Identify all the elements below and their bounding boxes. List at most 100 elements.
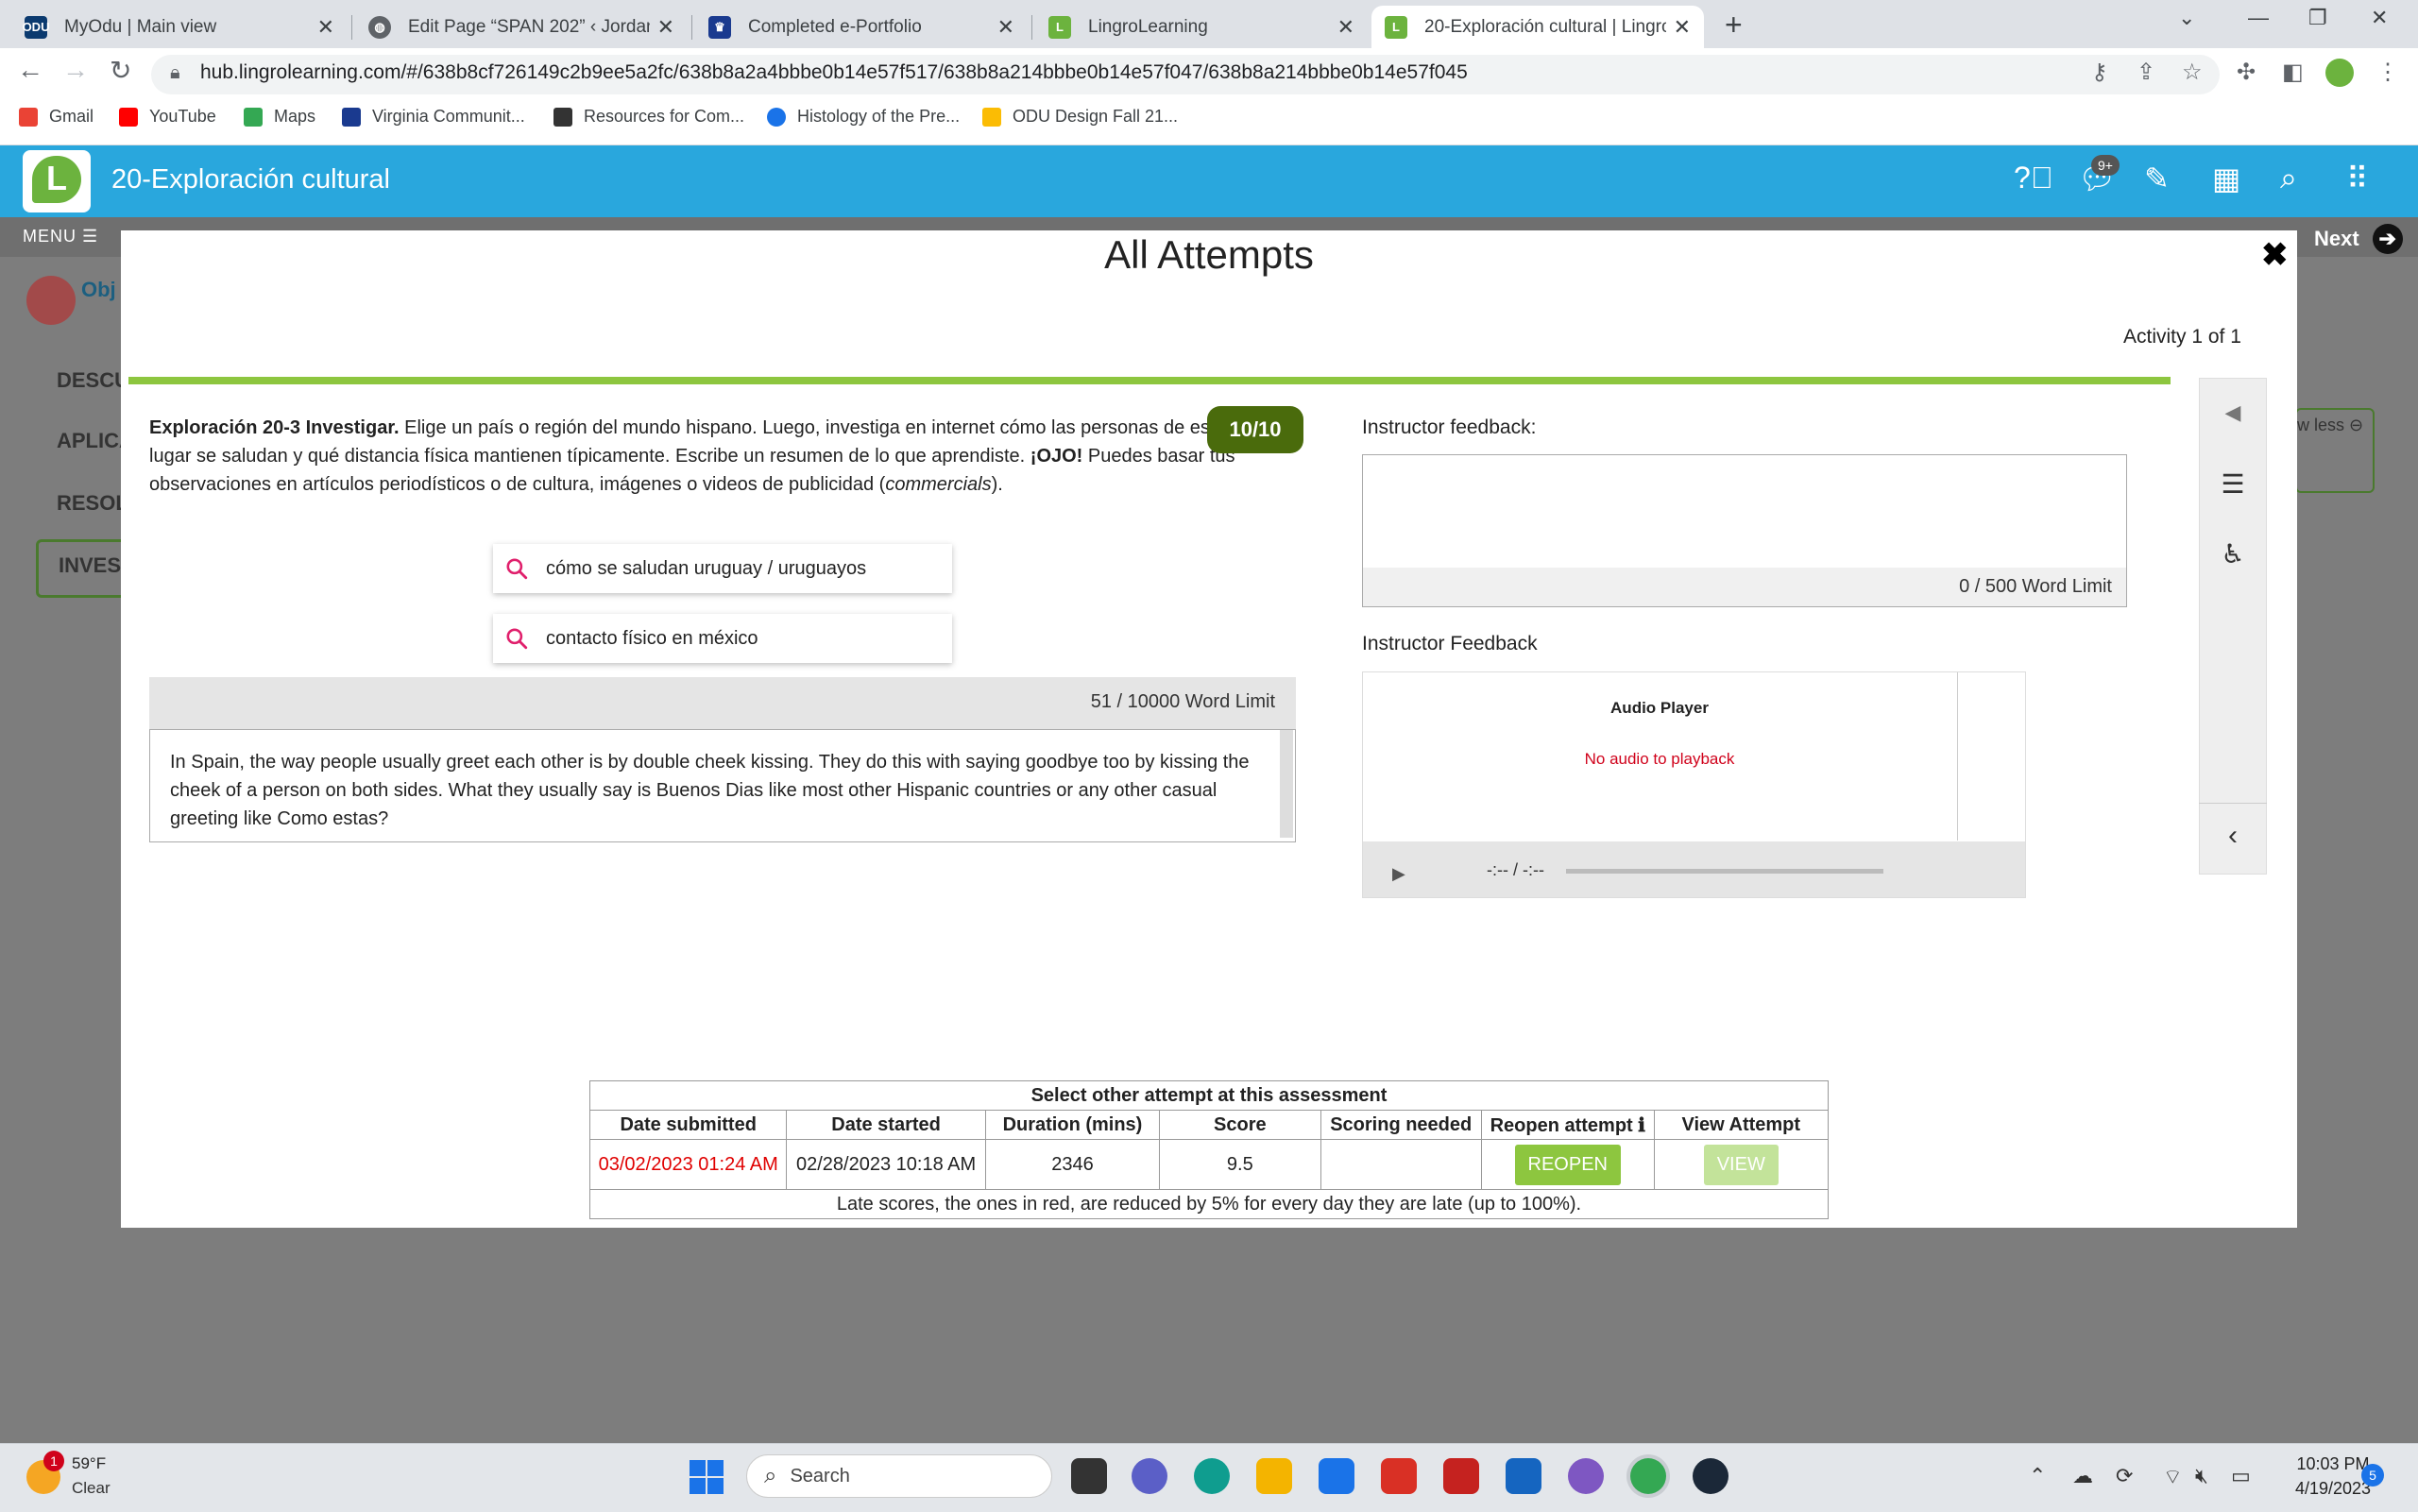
photos-icon[interactable] — [1568, 1458, 1604, 1494]
task-view-icon[interactable] — [1071, 1458, 1107, 1494]
browser-tab[interactable]: ODU MyOdu | Main view ✕ — [11, 6, 348, 48]
search-icon[interactable]: ⌕ — [2280, 161, 2297, 196]
help-icon[interactable]: ?⃝ — [2014, 161, 2053, 195]
cell-date-started: 02/28/2023 10:18 AM — [786, 1139, 986, 1190]
search-term-text: contacto físico en méxico — [546, 627, 758, 649]
bookmark-gmail[interactable]: Gmail — [19, 107, 94, 127]
cell-view: VIEW — [1653, 1139, 1830, 1190]
search-term-chip[interactable]: contacto físico en méxico — [493, 614, 952, 663]
chrome-icon[interactable] — [1630, 1458, 1666, 1494]
vccs-icon — [342, 107, 361, 127]
prompt-ojo: ¡OJO! — [1030, 446, 1083, 467]
url-text[interactable]: hub.lingrolearning.com/#/638b8cf726149c2… — [200, 61, 1468, 84]
browser-tab-active[interactable]: L 20-Exploración cultural | LingroH ✕ — [1371, 6, 1704, 48]
steam-icon[interactable] — [1693, 1458, 1728, 1494]
new-tab-icon[interactable]: + — [1725, 8, 1743, 42]
more-menu-icon[interactable]: ⋮ — [2376, 59, 2399, 86]
close-tab-icon[interactable]: ✕ — [1674, 15, 1691, 40]
browser-tab[interactable]: L LingroLearning ✕ — [1035, 6, 1368, 48]
bookmark-vccs[interactable]: Virginia Communit... — [342, 107, 525, 127]
notification-count[interactable]: 5 — [2361, 1464, 2384, 1487]
tab-search-chevron-icon[interactable]: ⌄ — [2178, 6, 2195, 30]
key-icon[interactable]: ⚷ — [2091, 59, 2108, 86]
collapse-left-icon[interactable]: ◀ — [2199, 400, 2267, 425]
info-icon[interactable]: ℹ — [1638, 1115, 1645, 1136]
calendar-icon[interactable]: ▦ — [2212, 161, 2240, 196]
edit-icon[interactable]: ✎ — [2144, 161, 2170, 196]
search-term-chip[interactable]: cómo se saludan uruguay / uruguayos — [493, 544, 952, 593]
lingro-logo[interactable]: L — [23, 150, 91, 212]
close-tab-icon[interactable]: ✕ — [657, 15, 674, 40]
profile-avatar[interactable] — [2325, 59, 2354, 87]
table-row[interactable]: 03/02/2023 01:24 AM 02/28/2023 10:18 AM … — [588, 1139, 1830, 1190]
close-tab-icon[interactable]: ✕ — [1337, 15, 1354, 40]
close-tab-icon[interactable]: ✕ — [997, 15, 1014, 40]
list-icon[interactable]: ☰ — [2199, 468, 2267, 500]
bookmark-youtube[interactable]: YouTube — [119, 107, 216, 127]
show-less-link[interactable]: w less ⊖ — [2297, 416, 2363, 435]
bookmark-histology[interactable]: Histology of the Pre... — [767, 107, 960, 127]
volume-muted-icon[interactable]: 🔇︎ — [2195, 1464, 2208, 1488]
forward-icon[interactable]: → — [62, 55, 89, 85]
browser-tab[interactable]: ◍ Edit Page “SPAN 202” ‹ Jordan Bu ✕ — [355, 6, 688, 48]
col-view: View Attempt — [1653, 1110, 1830, 1140]
gmail-icon — [19, 107, 38, 127]
browser-tab[interactable]: ♛ Completed e-Portfolio ✕ — [695, 6, 1028, 48]
onedrive-icon[interactable]: ☁ — [2072, 1464, 2093, 1488]
maps-icon — [244, 107, 263, 127]
bookmark-resources[interactable]: Resources for Com... — [553, 107, 744, 127]
bookmark-maps[interactable]: Maps — [244, 107, 315, 127]
minimize-icon[interactable]: — — [2248, 6, 2269, 30]
taskbar-search-placeholder: Search — [790, 1465, 850, 1487]
play-icon[interactable]: ▶ — [1392, 864, 1405, 884]
edge-icon[interactable] — [1194, 1458, 1230, 1494]
extensions-icon[interactable]: ✣ — [2237, 59, 2256, 86]
reopen-button[interactable]: REOPEN — [1514, 1144, 1621, 1185]
sync-app-icon[interactable] — [1381, 1458, 1417, 1494]
tray-chevron-icon[interactable]: ⌃ — [2029, 1464, 2046, 1488]
answer-scrollbar[interactable] — [1280, 730, 1293, 838]
mail-icon[interactable] — [1506, 1458, 1541, 1494]
lock-icon[interactable]: 🔒︎ — [170, 62, 180, 84]
reload-icon[interactable]: ↻ — [110, 55, 131, 86]
search-icon: ⌕ — [764, 1463, 777, 1488]
cell-reopen: REOPEN — [1480, 1139, 1655, 1190]
prompt-title: Exploración 20-3 Investigar. — [149, 417, 400, 438]
close-icon[interactable]: ✖ — [2261, 236, 2289, 274]
prompt-text: ). — [991, 474, 1003, 495]
office-app-icon[interactable] — [1443, 1458, 1479, 1494]
chevron-left-icon[interactable]: ‹ — [2199, 820, 2267, 852]
search-icon — [506, 628, 528, 650]
answer-word-count: 51 / 10000 Word Limit — [1090, 691, 1275, 712]
audio-progress-bar[interactable] — [1566, 869, 1883, 874]
view-button[interactable]: VIEW — [1703, 1144, 1779, 1185]
store-icon[interactable] — [1319, 1458, 1354, 1494]
windows-start-icon[interactable] — [690, 1460, 724, 1494]
share-icon[interactable]: ⇪ — [2137, 59, 2155, 86]
side-panel-icon[interactable]: ◧ — [2282, 59, 2304, 86]
bookmark-label: Maps — [274, 107, 316, 126]
close-window-icon[interactable]: ✕ — [2371, 6, 2388, 30]
sync-icon[interactable]: ⟳ — [2116, 1464, 2133, 1488]
restore-icon[interactable]: ❐ — [2308, 6, 2327, 30]
file-explorer-icon[interactable] — [1256, 1458, 1292, 1494]
bookmark-star-icon[interactable]: ☆ — [2182, 59, 2203, 86]
youtube-icon — [119, 107, 138, 127]
bookmark-odu-design[interactable]: ODU Design Fall 21... — [982, 107, 1178, 127]
taskbar-search[interactable]: ⌕ Search — [746, 1454, 1052, 1498]
battery-icon[interactable]: ▭ — [2231, 1464, 2251, 1488]
back-icon[interactable]: ← — [17, 55, 43, 85]
modal-title: All Attempts — [1104, 232, 1314, 277]
table-caption-row: Select other attempt at this assessment — [589, 1080, 1829, 1111]
col-score: Score — [1159, 1110, 1321, 1140]
wifi-icon[interactable]: ⌔ — [2163, 1464, 2183, 1490]
drive-icon — [982, 107, 1001, 127]
apps-grid-icon[interactable]: ⠿ — [2346, 161, 2368, 196]
chat-app-icon[interactable] — [1132, 1458, 1167, 1494]
close-tab-icon[interactable]: ✕ — [317, 15, 334, 40]
col-duration: Duration (mins) — [984, 1110, 1161, 1140]
audio-player-title: Audio Player — [1610, 699, 1709, 717]
nav-item-descubrir[interactable]: DESCU — [57, 368, 129, 393]
accessibility-icon[interactable]: ♿︎ — [2199, 538, 2267, 569]
activity-prompt: Exploración 20-3 Investigar. Elige un pa… — [149, 414, 1245, 499]
